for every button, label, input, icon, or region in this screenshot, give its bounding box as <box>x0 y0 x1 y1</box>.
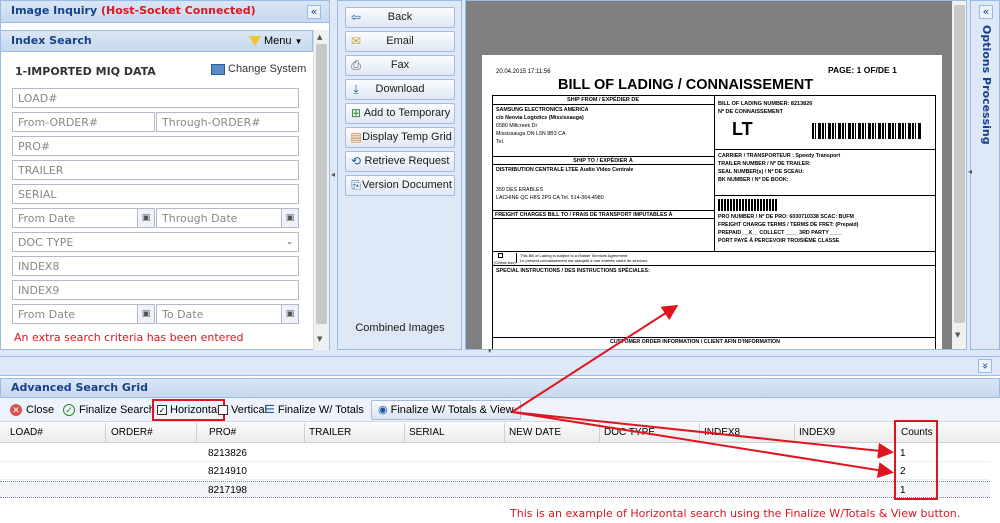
arrow-to-count-1 <box>511 411 894 459</box>
app-window: Image Inquiry (Host-Socket Connected) « … <box>0 0 1000 523</box>
annotation-arrows <box>511 304 894 479</box>
arrow-to-count-2 <box>511 411 894 479</box>
arrow-to-document <box>511 304 679 413</box>
